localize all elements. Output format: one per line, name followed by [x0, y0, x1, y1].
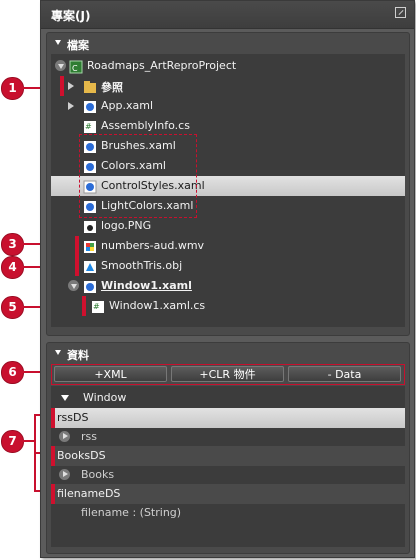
callout-7-leader-h [22, 440, 35, 442]
expand-arrow-icon[interactable] [68, 82, 74, 90]
marker-4 [75, 256, 79, 276]
tree-item-references[interactable]: 參照 [51, 76, 405, 96]
expand-arrow-icon [55, 350, 61, 355]
tree-item-smoothtris[interactable]: SmoothTris.obj [51, 256, 405, 276]
tree-item-label: Roadmaps_ArtReproProject [87, 59, 237, 72]
tree-item-label: logo.PNG [101, 219, 152, 232]
xaml-icon [83, 99, 97, 113]
data-header[interactable]: 資料 [47, 343, 409, 363]
callout-5: 5 [1, 296, 24, 319]
svg-text:#: # [85, 122, 92, 131]
project-icon: C [69, 59, 83, 74]
tree-item-label: AssemblyInfo.cs [101, 119, 190, 132]
marker-7c [51, 484, 55, 504]
data-source-filenameds[interactable]: filenameDS [51, 484, 405, 504]
data-source-label: filenameDS [57, 487, 121, 500]
data-source-rssds[interactable]: rssDS [51, 408, 405, 428]
obj-file-icon [83, 259, 97, 273]
window-label: Window [83, 391, 127, 404]
data-source-child-label: filename : (String) [81, 506, 182, 519]
file-tree: C Roadmaps_ArtReproProject 參照 App.xaml #… [51, 54, 405, 327]
data-source-child-label: rss [81, 430, 97, 443]
expand-arrow-icon [55, 40, 61, 45]
tree-item-label: Window1.xaml [101, 279, 192, 292]
data-source-tree: Window rssDS rss BooksDS Books filenameD… [51, 386, 405, 547]
add-xml-button[interactable]: +XML [54, 366, 167, 382]
csharp-file-icon: # [91, 299, 105, 313]
callout-7: 7 [1, 430, 24, 453]
expand-toggle-icon[interactable] [55, 60, 66, 71]
csharp-file-icon: # [83, 119, 97, 133]
tree-item-window1-cs[interactable]: # Window1.xaml.cs [51, 296, 405, 316]
files-header[interactable]: 檔案 [47, 33, 409, 53]
expand-toggle-icon[interactable] [68, 280, 79, 291]
data-source-label: rssDS [57, 411, 89, 424]
data-section: 資料 +XML +CLR 物件 - Data Window rssDS rss … [46, 342, 410, 554]
data-source-child-books[interactable]: Books [51, 465, 405, 485]
expand-toggle-icon[interactable] [59, 469, 70, 480]
expand-arrow-icon[interactable] [61, 395, 69, 401]
panel-title: 專案(J) [51, 9, 91, 23]
tree-item-label: SmoothTris.obj [101, 259, 183, 272]
expand-toggle-icon[interactable] [59, 431, 70, 442]
svg-text:C: C [72, 64, 78, 73]
project-panel: 專案(J) 檔案 C Roadmaps_ArtReproProject 參照 A… [40, 0, 415, 558]
marker-1 [60, 76, 64, 96]
media-file-icon [83, 239, 97, 253]
panel-header: 專案(J) [41, 1, 414, 29]
remove-data-button[interactable]: - Data [288, 366, 401, 382]
data-source-label: BooksDS [57, 449, 106, 462]
data-source-booksds[interactable]: BooksDS [51, 446, 405, 466]
pin-icon[interactable] [395, 7, 406, 18]
tree-item-label: App.xaml [101, 99, 154, 112]
image-file-icon [83, 219, 97, 233]
marker-7b [51, 446, 55, 466]
expand-arrow-icon[interactable] [68, 102, 74, 110]
data-toolbar: +XML +CLR 物件 - Data [51, 364, 405, 385]
xaml-icon [83, 279, 97, 293]
tree-item-label: numbers-aud.wmv [101, 239, 205, 252]
tree-item-label: Window1.xaml.cs [109, 299, 206, 312]
data-source-child-label: Books [81, 468, 115, 481]
callout-6: 6 [1, 361, 24, 384]
data-source-child-filename[interactable]: filename : (String) [51, 503, 405, 523]
svg-text:#: # [93, 302, 100, 311]
files-title: 檔案 [67, 39, 89, 52]
add-clr-object-button[interactable]: +CLR 物件 [171, 366, 284, 382]
callout-1: 1 [1, 77, 24, 100]
tree-item-numbers-wmv[interactable]: numbers-aud.wmv [51, 236, 405, 256]
tree-item-window1[interactable]: Window1.xaml [51, 276, 405, 296]
callout-3: 3 [1, 233, 24, 256]
callout-4: 4 [1, 256, 24, 279]
tree-item-project[interactable]: C Roadmaps_ArtReproProject [51, 56, 405, 76]
folder-icon [83, 79, 97, 93]
data-title: 資料 [67, 349, 89, 362]
tree-item-label: 參照 [101, 81, 123, 94]
tree-item-logo[interactable]: logo.PNG [51, 216, 405, 236]
tree-item-app-xaml[interactable]: App.xaml [51, 96, 405, 116]
files-section: 檔案 C Roadmaps_ArtReproProject 參照 App.xam… [46, 32, 410, 336]
marker-7a [51, 408, 55, 428]
data-source-child-rss[interactable]: rss [51, 427, 405, 447]
marker-5 [82, 296, 86, 316]
tree-item-assemblyinfo[interactable]: # AssemblyInfo.cs [51, 116, 405, 136]
marker-2-box [79, 134, 197, 218]
marker-3 [75, 236, 79, 256]
window-node[interactable]: Window [51, 388, 405, 408]
